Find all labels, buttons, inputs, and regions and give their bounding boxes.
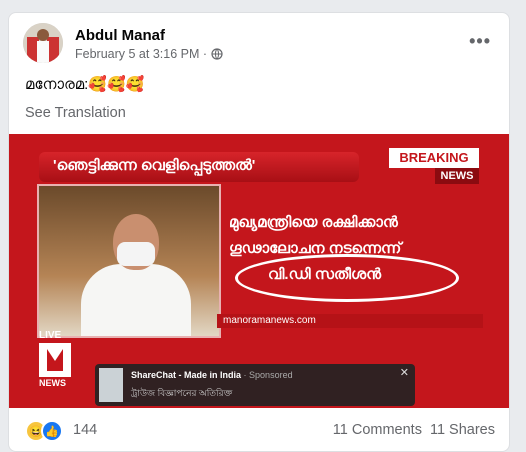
news-label: NEWS	[435, 168, 479, 184]
comments-link[interactable]: 11 Comments	[333, 422, 422, 438]
post-footer: 😆 👍 144 11 Comments 11 Shares	[23, 418, 495, 442]
breaking-label: BREAKING	[389, 148, 479, 168]
video-frame	[37, 184, 221, 338]
news-banner-text: 'ഞെട്ടിക്കുന്ന വെളിപ്പെടുത്തൽ'	[53, 157, 256, 174]
post-card: Abdul Manaf February 5 at 3:16 PM · ••• …	[8, 12, 510, 452]
ellipsis-icon[interactable]: •••	[469, 31, 491, 52]
channel-news-label: NEWS	[39, 378, 66, 388]
post-timestamp[interactable]: February 5 at 3:16 PM ·	[75, 47, 207, 61]
post-header: Abdul Manaf February 5 at 3:16 PM · •••	[23, 23, 495, 67]
ad-thumbnail	[99, 368, 123, 402]
ad-subtitle: ট্রাউজ বিজ্ঞাপনের অতিরিক্ত	[131, 388, 233, 398]
ad-sponsored: · Sponsored	[243, 370, 293, 380]
breaking-news-badge: BREAKING NEWS	[389, 148, 479, 186]
author-name[interactable]: Abdul Manaf	[75, 27, 165, 44]
avatar[interactable]	[23, 23, 63, 63]
reaction-icons[interactable]: 😆 👍	[25, 420, 63, 442]
manorama-logo-icon	[39, 343, 71, 377]
headline-line-1: മുഖ്യമന്ത്രിയെ രക്ഷിക്കാൻ	[229, 214, 398, 231]
ad-title: ShareChat - Made in India · Sponsored	[131, 370, 293, 380]
speaker-figure	[81, 214, 191, 336]
like-reaction-icon: 👍	[41, 420, 63, 442]
post-meta: February 5 at 3:16 PM ·	[75, 47, 223, 61]
post-image[interactable]: 'ഞെട്ടിക്കുന്ന വെളിപ്പെടുത്തൽ' BREAKING …	[9, 134, 509, 408]
globe-icon	[211, 48, 223, 60]
close-icon[interactable]: ✕	[400, 366, 409, 379]
reaction-count[interactable]: 144	[73, 422, 97, 438]
channel-logo: LIVE NEWS	[39, 330, 75, 388]
engagement-stats: 11 Comments 11 Shares	[333, 422, 495, 438]
circled-name: വി.ഡി സതീശൻ	[235, 254, 459, 302]
see-translation-link[interactable]: See Translation	[25, 105, 126, 121]
circled-name-text: വി.ഡി സതീശൻ	[268, 266, 382, 283]
channel-url: manoramanews.com	[217, 314, 483, 328]
live-label: LIVE	[39, 330, 62, 341]
shares-link[interactable]: 11 Shares	[430, 422, 495, 438]
post-text: മനോരമ:🥰🥰🥰	[25, 76, 145, 93]
news-banner: 'ഞെട്ടിക്കുന്ന വെളിപ്പെടുത്തൽ'	[39, 152, 359, 182]
avatar-photo	[23, 23, 63, 63]
sponsored-ad-overlay[interactable]: ShareChat - Made in India · Sponsored ট্…	[95, 364, 415, 406]
